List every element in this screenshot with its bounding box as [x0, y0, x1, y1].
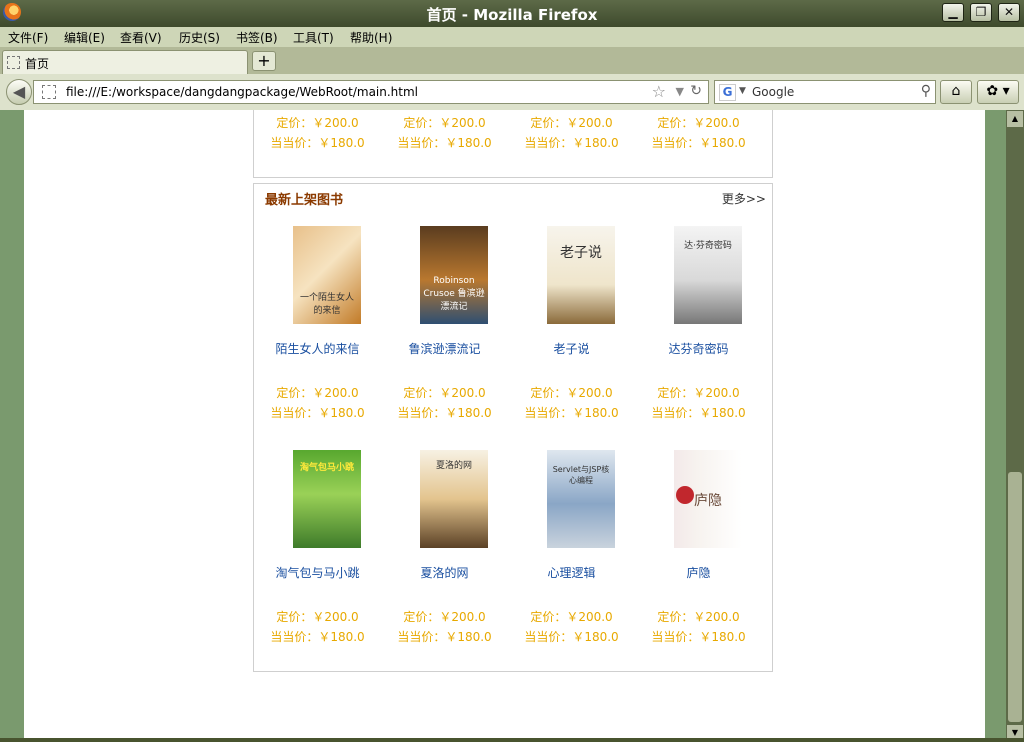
- sale-price: 当当价：￥180.0: [397, 630, 492, 644]
- list-price: 定价：￥200.0: [657, 386, 740, 400]
- tab-home[interactable]: 首页: [2, 50, 248, 74]
- window-title: 首页 - Mozilla Firefox: [426, 6, 598, 24]
- book-title-link[interactable]: 达芬奇密码: [635, 340, 762, 357]
- book-cover[interactable]: Servlet与JSP核心编程: [547, 450, 615, 548]
- scrollbar-thumb[interactable]: [1008, 472, 1022, 722]
- book-title-link[interactable]: 老子说: [508, 340, 635, 357]
- minimize-button[interactable]: ▁: [942, 3, 964, 22]
- addon-toolbar-button[interactable]: ✿ ▾: [977, 80, 1019, 104]
- list-price: 定价：￥200.0: [657, 610, 740, 624]
- more-link[interactable]: 更多>>: [722, 190, 766, 207]
- sale-price: 当当价：￥180.0: [651, 136, 746, 150]
- book-cover[interactable]: Robinson Crusoe 鲁滨逊漂流记: [420, 226, 488, 324]
- book-title-link[interactable]: 庐隐: [635, 564, 762, 581]
- cover-title: 夏洛的网: [435, 461, 472, 471]
- list-price: 定价：￥200.0: [276, 116, 359, 130]
- history-dropdown-icon[interactable]: ▼: [676, 85, 684, 98]
- sale-price: 当当价：￥180.0: [651, 630, 746, 644]
- list-price: 定价：￥200.0: [530, 610, 613, 624]
- close-button[interactable]: ✕: [998, 3, 1020, 22]
- menu-bar: 文件(F) 编辑(E) 查看(V) 历史(S) 书签(B) 工具(T) 帮助(H…: [0, 27, 1024, 47]
- page-favicon-icon: [7, 56, 20, 69]
- addon-icon: ✿ ▾: [986, 83, 1010, 99]
- section-title: 最新上架图书: [265, 193, 344, 208]
- cover-title: Robinson Crusoe 鲁滨逊漂流记: [423, 276, 485, 312]
- home-button[interactable]: ⌂: [940, 80, 972, 104]
- sale-price: 当当价：￥180.0: [397, 136, 492, 150]
- sale-price: 当当价：￥180.0: [524, 406, 619, 420]
- book-cover[interactable]: 淘气包马小跳: [293, 450, 361, 548]
- book-section-top: 定价：￥200.0 当当价：￥180.0 定价：￥200.0 当当价：￥180.…: [253, 110, 773, 178]
- search-engine-dropdown-icon[interactable]: ▼: [739, 86, 746, 96]
- sale-price: 当当价：￥180.0: [524, 630, 619, 644]
- menu-view[interactable]: 查看(V): [120, 29, 162, 46]
- cover-title: 一个陌生女人的来信: [299, 293, 354, 316]
- menu-tools[interactable]: 工具(T): [293, 29, 334, 46]
- book-title-link[interactable]: 心理逻辑: [508, 564, 635, 581]
- book-cover[interactable]: 老子说: [547, 226, 615, 324]
- list-price: 定价：￥200.0: [530, 386, 613, 400]
- search-box[interactable]: G ▼ Google ⚲: [714, 80, 936, 104]
- menu-help[interactable]: 帮助(H): [350, 29, 392, 46]
- list-price: 定价：￥200.0: [657, 116, 740, 130]
- cover-title: 淘气包马小跳: [299, 463, 354, 473]
- sale-price: 当当价：￥180.0: [397, 406, 492, 420]
- cover-title: Servlet与JSP核心编程: [552, 465, 610, 485]
- back-arrow-icon: ◀: [12, 82, 26, 101]
- search-input[interactable]: Google: [752, 85, 794, 99]
- menu-edit[interactable]: 编辑(E): [64, 29, 105, 46]
- menu-history[interactable]: 历史(S): [179, 29, 220, 46]
- list-price: 定价：￥200.0: [276, 610, 359, 624]
- list-price: 定价：￥200.0: [403, 386, 486, 400]
- book-title-link[interactable]: 淘气包与马小跳: [254, 564, 381, 581]
- cover-title: 庐隐: [694, 493, 722, 509]
- book-title-link[interactable]: 陌生女人的来信: [254, 340, 381, 357]
- sale-price: 当当价：￥180.0: [270, 136, 365, 150]
- list-price: 定价：￥200.0: [403, 610, 486, 624]
- book-cover[interactable]: 庐隐: [674, 450, 742, 548]
- cover-title: 老子说: [560, 245, 602, 261]
- new-books-section: 最新上架图书 更多>> 一个陌生女人的来信 陌生女人的来信 定价：￥200.0 …: [253, 183, 773, 672]
- window-title-bar: 首页 - Mozilla Firefox ▁ ❐ ✕: [0, 0, 1024, 27]
- sale-price: 当当价：￥180.0: [270, 406, 365, 420]
- book-cover[interactable]: 一个陌生女人的来信: [293, 226, 361, 324]
- reload-icon[interactable]: ↻: [690, 83, 702, 99]
- cover-title: 达·芬奇密码: [684, 241, 732, 251]
- status-bar: [0, 738, 1024, 742]
- list-price: 定价：￥200.0: [530, 116, 613, 130]
- address-bar[interactable]: file:///E:/workspace/dangdangpackage/Web…: [33, 80, 709, 104]
- book-cover[interactable]: 夏洛的网: [420, 450, 488, 548]
- sale-price: 当当价：￥180.0: [651, 406, 746, 420]
- page-viewport: 定价：￥200.0 当当价：￥180.0 定价：￥200.0 当当价：￥180.…: [24, 110, 985, 740]
- search-engine-icon[interactable]: G: [719, 84, 736, 101]
- navigation-bar: ◀ file:///E:/workspace/dangdangpackage/W…: [0, 74, 1024, 110]
- tab-label: 首页: [25, 57, 50, 71]
- vertical-scrollbar[interactable]: ▲ ▼: [1006, 110, 1024, 742]
- sale-price: 当当价：￥180.0: [524, 136, 619, 150]
- maximize-button[interactable]: ❐: [970, 3, 992, 22]
- list-price: 定价：￥200.0: [276, 386, 359, 400]
- book-title-link[interactable]: 夏洛的网: [381, 564, 508, 581]
- search-magnifier-icon[interactable]: ⚲: [921, 83, 931, 99]
- sale-price: 当当价：￥180.0: [270, 630, 365, 644]
- address-url[interactable]: file:///E:/workspace/dangdangpackage/Web…: [66, 85, 418, 99]
- menu-file[interactable]: 文件(F): [8, 29, 48, 46]
- new-tab-button[interactable]: +: [252, 51, 276, 71]
- tab-bar: 首页 +: [0, 47, 1024, 74]
- scroll-up-arrow-icon[interactable]: ▲: [1007, 111, 1023, 127]
- book-title-link[interactable]: 鲁滨逊漂流记: [381, 340, 508, 357]
- bookmark-star-icon[interactable]: ☆: [652, 82, 666, 101]
- site-identity-icon[interactable]: [42, 85, 56, 99]
- home-icon: ⌂: [951, 83, 961, 99]
- book-cover[interactable]: 达·芬奇密码: [674, 226, 742, 324]
- menu-bookmarks[interactable]: 书签(B): [236, 29, 278, 46]
- list-price: 定价：￥200.0: [403, 116, 486, 130]
- back-button[interactable]: ◀: [6, 79, 32, 105]
